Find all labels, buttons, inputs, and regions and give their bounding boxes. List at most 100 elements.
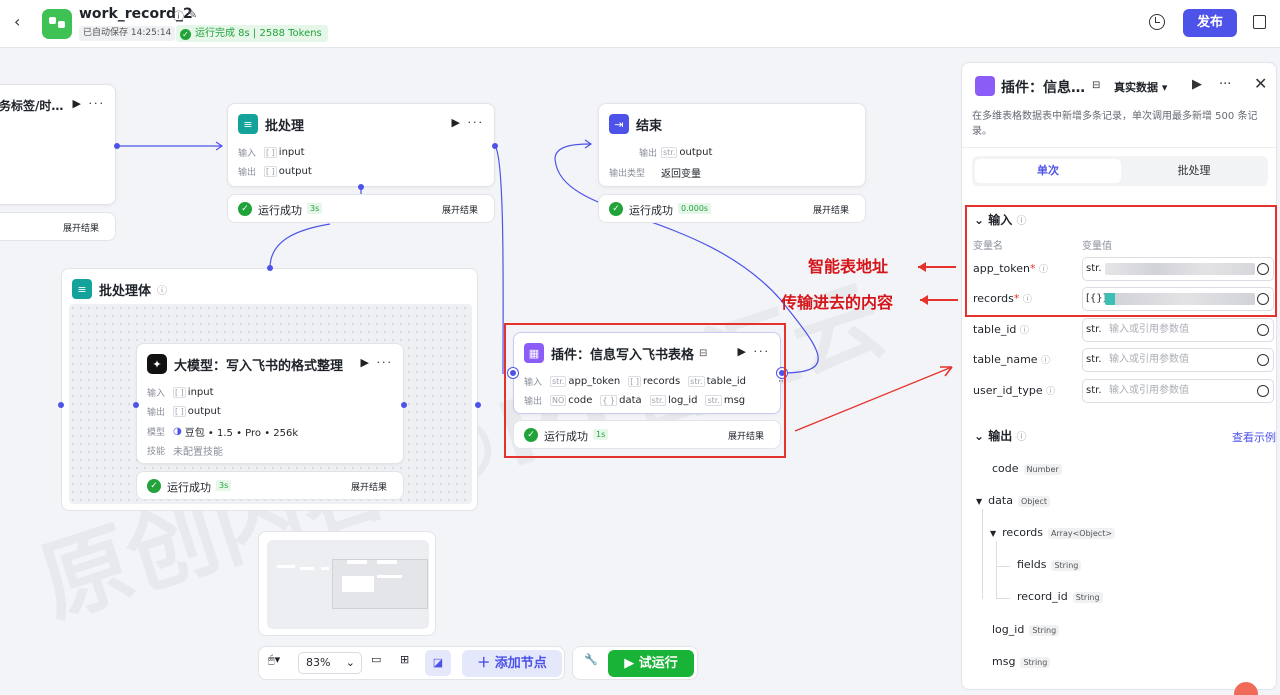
expand-result-button[interactable]: 展开结果 xyxy=(442,203,478,216)
data-mode-select[interactable]: 真实数据 ▾ xyxy=(1114,79,1167,95)
back-icon[interactable]: ‹ xyxy=(14,12,20,31)
node-batch[interactable]: ≡ 批处理 ▶ ··· 输入 [ ] input 输出 [ ] output xyxy=(227,103,495,187)
type-label: str. xyxy=(1086,324,1102,335)
minimap[interactable] xyxy=(258,531,436,636)
port[interactable] xyxy=(267,265,273,271)
reference-icon[interactable] xyxy=(1257,354,1269,366)
expand-result-button[interactable]: 展开结果 xyxy=(351,480,387,493)
add-node-button[interactable]: ＋ 添加节点 xyxy=(462,650,562,677)
output-records[interactable]: ▼ records Array<Object> xyxy=(990,526,1116,539)
copy-icon[interactable] xyxy=(1253,15,1266,29)
node-llm-controls[interactable]: ▶ ··· xyxy=(361,356,393,369)
doubao-icon: ◑ xyxy=(173,426,182,437)
see-example-link[interactable]: 查看示例 xyxy=(1232,429,1276,445)
tree-line xyxy=(996,566,1010,567)
node-batch-controls[interactable]: ▶ ··· xyxy=(452,116,484,129)
trial-run-label: 试运行 xyxy=(638,656,678,671)
edit-icon[interactable]: ✎ xyxy=(188,8,197,21)
output-name: records xyxy=(1002,526,1044,539)
top-bar: ‹ work_record_2 ⓘ ✎ 已自动保存 14:25:14 ✓ 运行完成… xyxy=(0,0,1280,48)
node-llm-skill-row: 技能 未配置技能 xyxy=(147,443,223,458)
minimap-node xyxy=(277,565,295,568)
port[interactable] xyxy=(114,143,120,149)
port[interactable] xyxy=(401,402,407,408)
info-icon[interactable]: ⓘ xyxy=(1046,387,1055,397)
output-section-title: 输出 xyxy=(988,429,1013,443)
info-icon[interactable]: ⓘ xyxy=(1016,432,1026,443)
output-type: String xyxy=(1029,625,1060,636)
output-label: 输出 xyxy=(147,408,166,418)
port[interactable] xyxy=(492,143,498,149)
mode-tabs: 单次 批处理 xyxy=(972,156,1268,186)
time-badge: 3s xyxy=(216,480,232,491)
more-icon[interactable]: ··· xyxy=(1219,77,1231,92)
minimap-toggle-icon[interactable]: ◪ xyxy=(425,650,451,676)
output-name: data xyxy=(988,494,1013,507)
field-table-name-input[interactable]: str. 输入或引用参数值 xyxy=(1082,348,1274,372)
placeholder-text: 输入或引用参数值 xyxy=(1109,385,1189,396)
play-icon[interactable]: ▶ xyxy=(1192,77,1202,92)
info-icon[interactable]: ⓘ xyxy=(157,282,167,297)
port[interactable] xyxy=(58,402,64,408)
node-partial[interactable]: 务标签/时… ▶ ··· xyxy=(0,84,116,205)
zoom-select[interactable]: 83% ⌄ xyxy=(298,652,362,674)
array-icon: [ ] xyxy=(264,166,277,177)
expand-result-button[interactable]: 展开结果 xyxy=(63,221,99,234)
tab-batch[interactable]: 批处理 xyxy=(1121,159,1267,183)
edge-batch-plugin xyxy=(494,145,504,375)
caret-down-icon[interactable]: ▼ xyxy=(976,497,982,506)
output-name: msg xyxy=(992,655,1016,668)
info-icon[interactable]: ⓘ xyxy=(1020,326,1029,336)
reference-icon[interactable] xyxy=(1257,324,1269,336)
port[interactable] xyxy=(133,402,139,408)
input-label: 输入 xyxy=(147,389,166,399)
output-type: String xyxy=(1020,657,1051,668)
node-llm-model-row: 模型 ◑ 豆包 • 1.5 • Pro • 256k xyxy=(147,424,298,439)
highlight-inputs xyxy=(965,205,1277,317)
output-name: code xyxy=(992,462,1019,475)
layers-icon: ≡ xyxy=(72,279,92,299)
port[interactable] xyxy=(358,184,364,190)
output-data[interactable]: ▼ data Object xyxy=(976,494,1050,507)
expand-result-button[interactable]: 展开结果 xyxy=(813,203,849,216)
node-end[interactable]: ⇥ 结束 输出 str. output 输出类型 返回变量 xyxy=(598,103,866,187)
info-icon[interactable]: ⓘ xyxy=(173,8,184,24)
annotation-arrow-line xyxy=(794,366,953,432)
array-icon: [ ] xyxy=(173,387,186,398)
output-type: Object xyxy=(1017,496,1050,507)
workflow-canvas[interactable]: 原创内容 ©PT智汇云 务标签/时… ▶ ··· 展开结果 ≡ 批处理 ▶ ··… xyxy=(0,49,960,695)
publish-button[interactable]: 发布 xyxy=(1183,9,1237,37)
field-name: table_id xyxy=(973,323,1017,336)
type-label: 输出类型 xyxy=(609,169,646,179)
port[interactable] xyxy=(475,402,481,408)
comment-icon[interactable]: ▭ xyxy=(371,653,381,666)
info-icon[interactable]: ⓘ xyxy=(1041,356,1050,366)
field-table-id-input[interactable]: str. 输入或引用参数值 xyxy=(1082,318,1274,342)
tab-single[interactable]: 单次 xyxy=(975,159,1121,183)
field-name: user_id_type xyxy=(973,384,1043,397)
success-icon: ✓ xyxy=(609,202,623,216)
add-node-label: 添加节点 xyxy=(494,656,547,671)
output-section-header[interactable]: ⌄ 输出 ⓘ xyxy=(974,427,1026,444)
input-var: input xyxy=(187,387,214,398)
skill-value: 未配置技能 xyxy=(173,447,223,458)
field-table-id-label: table_id ⓘ xyxy=(973,323,1029,336)
node-partial-controls[interactable]: ▶ ··· xyxy=(73,97,105,110)
caret-down-icon[interactable]: ▼ xyxy=(990,529,996,538)
output-type: String xyxy=(1051,560,1082,571)
status-text: 运行成功 xyxy=(167,481,211,494)
trial-run-button[interactable]: ▶ 试运行 xyxy=(608,650,694,677)
close-icon[interactable]: ✕ xyxy=(1254,74,1267,93)
reference-icon[interactable] xyxy=(1257,385,1269,397)
node-llm[interactable]: ✦ 大模型：写入飞书的格式整理 ▶ ··· 输入 [ ] input 输出 [ ]… xyxy=(136,343,404,464)
history-icon[interactable] xyxy=(1149,14,1165,30)
node-end-type-row: 输出类型 返回变量 xyxy=(609,165,701,180)
mouse-mode-icon[interactable]: 🖱▾ xyxy=(268,653,280,667)
output-code: code Number xyxy=(992,462,1062,475)
field-user-id-type-input[interactable]: str. 输入或引用参数值 xyxy=(1082,379,1274,403)
output-type: Number xyxy=(1023,464,1062,475)
layout-icon[interactable]: ⊞ xyxy=(400,653,409,666)
node-end-output-row: 输出 str. output xyxy=(609,146,720,159)
model-value: 豆包 • 1.5 • Pro • 256k xyxy=(184,428,299,439)
wrench-icon[interactable]: 🔧 xyxy=(584,653,598,666)
